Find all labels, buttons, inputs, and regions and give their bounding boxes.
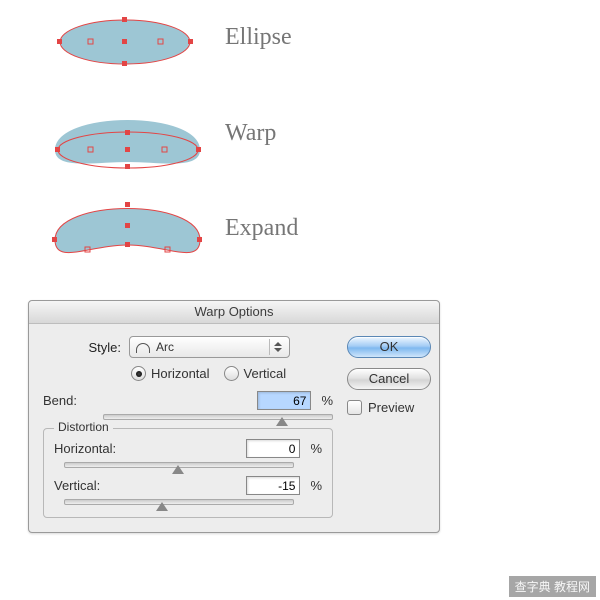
radio-vertical[interactable]: Vertical xyxy=(224,366,287,381)
document-canvas: Ellipse Warp Expand Warp Options Style: xyxy=(0,0,600,600)
dist-h-unit: % xyxy=(310,441,322,456)
radio-horizontal[interactable]: Horizontal xyxy=(131,366,210,381)
style-label: Style: xyxy=(43,340,129,355)
dist-v-input[interactable] xyxy=(246,476,300,495)
checkbox-box-icon xyxy=(347,400,362,415)
radio-horizontal-label: Horizontal xyxy=(151,366,210,381)
bend-input[interactable] xyxy=(257,391,311,410)
slider-thumb-icon xyxy=(276,417,288,426)
warp-options-dialog: Warp Options Style: Arc Horizontal xyxy=(28,300,440,533)
distortion-group: Distortion Horizontal: % Vertical: xyxy=(43,428,333,518)
bend-unit: % xyxy=(321,393,333,408)
dist-h-label: Horizontal: xyxy=(54,441,144,456)
slider-thumb-icon xyxy=(172,465,184,474)
dist-v-label: Vertical: xyxy=(54,478,144,493)
ok-button[interactable]: OK xyxy=(347,336,431,358)
dist-h-input[interactable] xyxy=(246,439,300,458)
dist-v-slider[interactable] xyxy=(54,499,294,505)
style-combobox[interactable]: Arc xyxy=(129,336,290,358)
style-value: Arc xyxy=(156,340,269,354)
dialog-title: Warp Options xyxy=(29,301,439,324)
radio-vertical-label: Vertical xyxy=(244,366,287,381)
shape-warp xyxy=(40,90,230,180)
label-ellipse: Ellipse xyxy=(225,24,292,51)
preview-label: Preview xyxy=(368,400,414,415)
distortion-legend: Distortion xyxy=(54,420,113,434)
shape-ellipse xyxy=(50,12,220,82)
dist-v-unit: % xyxy=(310,478,322,493)
shape-expand xyxy=(40,190,230,280)
preview-checkbox[interactable]: Preview xyxy=(347,400,431,415)
cancel-button[interactable]: Cancel xyxy=(347,368,431,390)
radio-dot-icon xyxy=(224,366,239,381)
arc-icon xyxy=(136,341,150,353)
label-expand: Expand xyxy=(225,215,298,242)
slider-thumb-icon xyxy=(156,502,168,511)
dist-h-slider[interactable] xyxy=(54,462,294,468)
watermark: 查字典 教程网 xyxy=(509,576,596,597)
label-warp: Warp xyxy=(225,120,276,147)
bend-label: Bend: xyxy=(43,393,121,408)
chevron-updown-icon xyxy=(269,339,286,355)
radio-dot-icon xyxy=(131,366,146,381)
